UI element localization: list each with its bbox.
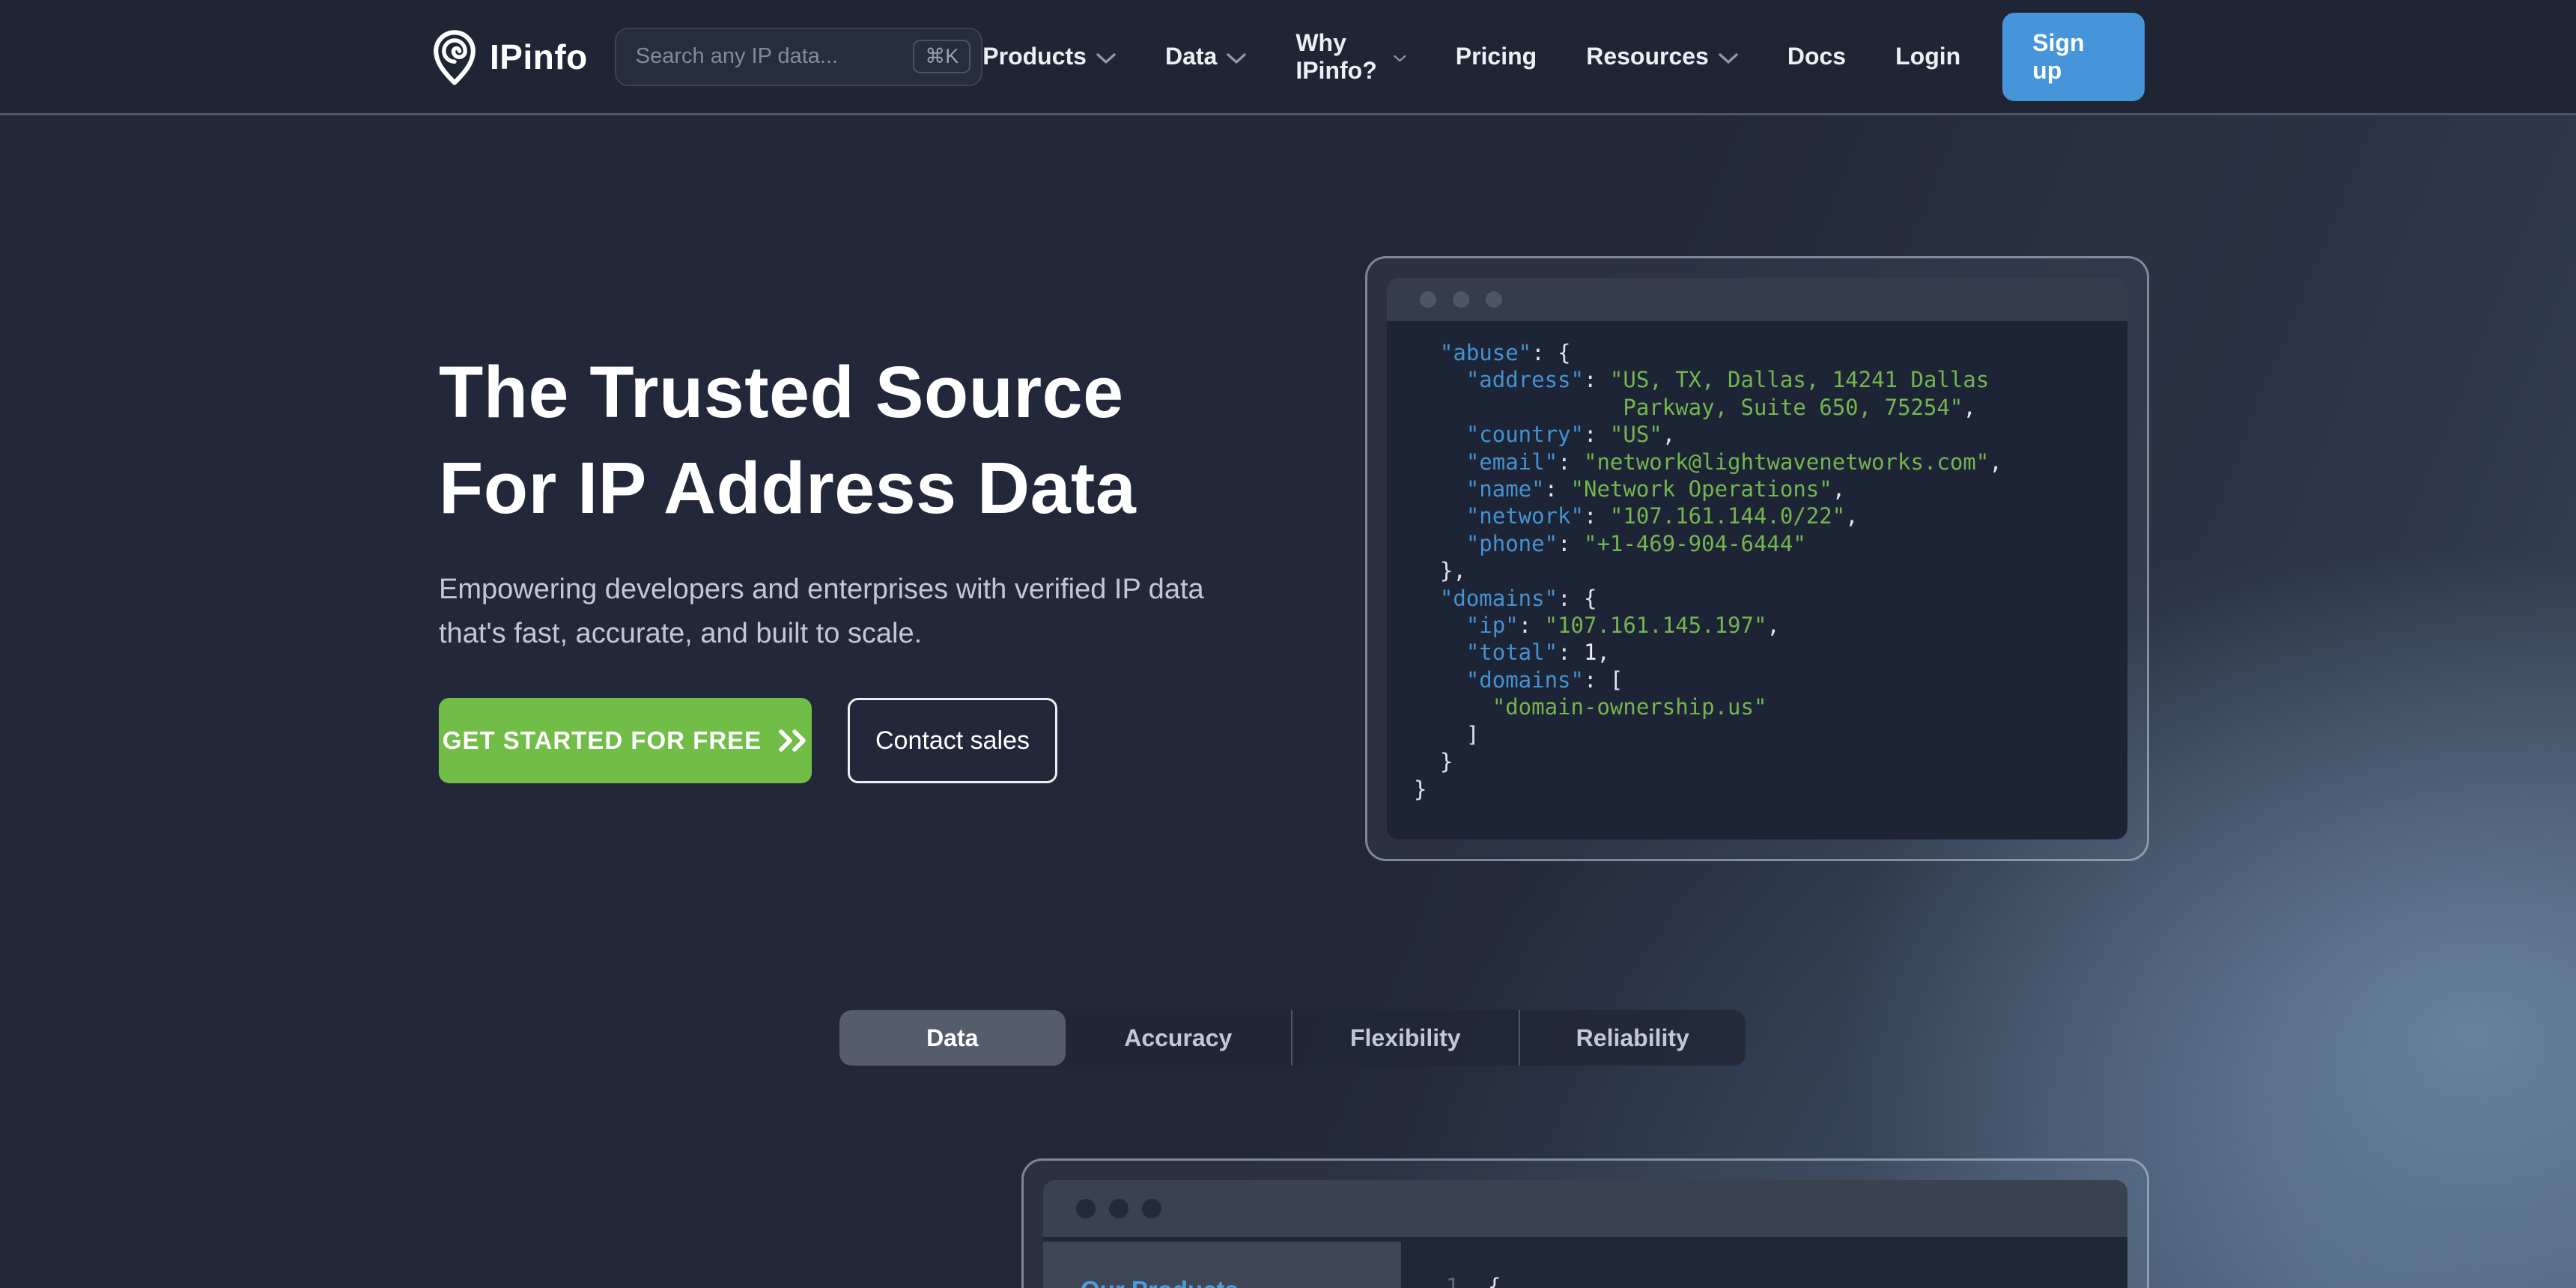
window-dot [1109,1199,1128,1218]
hero-code-window: "abuse": { "address": "US, TX, Dallas, 1… [1365,256,2149,861]
code-line: "domains": { [1414,585,2112,612]
ipinfo-pin-icon [431,28,478,85]
tab-accuracy[interactable]: Accuracy [1066,1010,1292,1066]
code-line: ] [1414,721,2112,748]
nav-item-label: Why IPinfo? [1295,29,1384,85]
window-dot [1142,1199,1161,1218]
code-line: } [1414,776,2112,803]
tab-data[interactable]: Data [839,1010,1066,1066]
page-title: The Trusted Source For IP Address Data [439,344,1322,536]
title-line-2: For IP Address Data [439,447,1136,529]
code-line: "network": "107.161.144.0/22", [1414,502,2112,529]
signup-button[interactable]: Sign up [2002,13,2145,101]
code-line: "country": "US", [1414,421,2112,448]
json-code-block: "abuse": { "address": "US, TX, Dallas, 1… [1387,321,2127,818]
code-line: "address": "US, TX, Dallas, 14241 Dallas [1414,366,2112,393]
nav-item-products[interactable]: Products [982,43,1116,70]
nav-inner: IPinfo Search any IP data... ⌘K Products… [431,0,2145,113]
code-line: Parkway, Suite 650, 75254", [1414,394,2112,421]
code-window: Our Products 1{ [1043,1180,2127,1288]
search-placeholder: Search any IP data... [636,44,913,69]
window-titlebar [1387,278,2127,321]
title-line-1: The Trusted Source [439,351,1124,433]
top-nav: IPinfo Search any IP data... ⌘K Products… [0,0,2576,115]
tab-reliability[interactable]: Reliability [1519,1010,1746,1066]
nav-item-pricing[interactable]: Pricing [1456,43,1537,70]
chevron-down-icon [1719,52,1738,64]
code-line: "name": "Network Operations", [1414,476,2112,502]
hero-section: The Trusted Source For IP Address Data E… [439,344,1322,783]
search-input[interactable]: Search any IP data... ⌘K [615,28,983,86]
json-code-block: 1{ [1401,1242,1501,1288]
window-dot [1420,291,1436,308]
window-dot [1486,291,1502,308]
nav-item-login[interactable]: Login [1895,43,1960,70]
nav-item-why-ipinfo[interactable]: Why IPinfo? [1295,29,1406,85]
code-line: "email": "network@lightwavenetworks.com"… [1414,449,2112,476]
chevron-down-icon [1096,52,1116,64]
feature-tabs: Data Accuracy Flexibility Reliability [839,1010,1746,1066]
nav-item-label: Login [1895,43,1960,70]
cta-row: GET STARTED FOR FREE Contact sales [439,698,1322,783]
window-titlebar [1043,1180,2127,1237]
code-line: }, [1414,557,2112,584]
window-content: Our Products 1{ [1043,1242,2127,1288]
code-line: 1{ [1446,1272,1501,1288]
get-started-label: GET STARTED FOR FREE [443,726,762,755]
get-started-button[interactable]: GET STARTED FOR FREE [439,698,812,783]
nav-item-label: Resources [1586,43,1709,70]
nav-item-label: Pricing [1456,43,1537,70]
nav-item-label: Data [1165,43,1217,70]
hero-subtitle: Empowering developers and enterprises wi… [439,568,1225,656]
code-line: "domains": [ [1414,666,2112,693]
window-dot [1453,291,1469,308]
brand-logo[interactable]: IPinfo [431,28,588,85]
tab-flexibility[interactable]: Flexibility [1291,1010,1519,1066]
ipinfo-homepage: IPinfo Search any IP data... ⌘K Products… [0,0,2576,1288]
window-dot [1076,1199,1096,1218]
nav-links: Products Data Why IPinfo? Pricing Resour… [982,29,1960,85]
chevron-down-icon [1227,52,1246,64]
contact-sales-button[interactable]: Contact sales [848,698,1057,783]
nav-item-label: Docs [1787,43,1846,70]
sidebar-item-our-products[interactable]: Our Products [1081,1276,1239,1288]
code-line: "abuse": { [1414,339,2112,366]
nav-item-resources[interactable]: Resources [1586,43,1738,70]
double-chevron-right-icon [778,729,808,753]
code-line: } [1414,748,2112,775]
products-sidebar: Our Products [1043,1242,1401,1288]
keyboard-shortcut-badge: ⌘K [913,40,970,73]
code-line: "domain-ownership.us" [1414,693,2112,720]
brand-name: IPinfo [490,37,588,77]
nav-item-docs[interactable]: Docs [1787,43,1846,70]
code-line: "total": 1, [1414,639,2112,666]
products-code-window: Our Products 1{ [1021,1158,2149,1288]
nav-item-data[interactable]: Data [1165,43,1246,70]
code-window: "abuse": { "address": "US, TX, Dallas, 1… [1387,278,2127,839]
code-line: "ip": "107.161.145.197", [1414,612,2112,639]
code-line: "phone": "+1-469-904-6444" [1414,530,2112,557]
nav-item-label: Products [982,43,1087,70]
chevron-down-icon [1394,52,1406,64]
